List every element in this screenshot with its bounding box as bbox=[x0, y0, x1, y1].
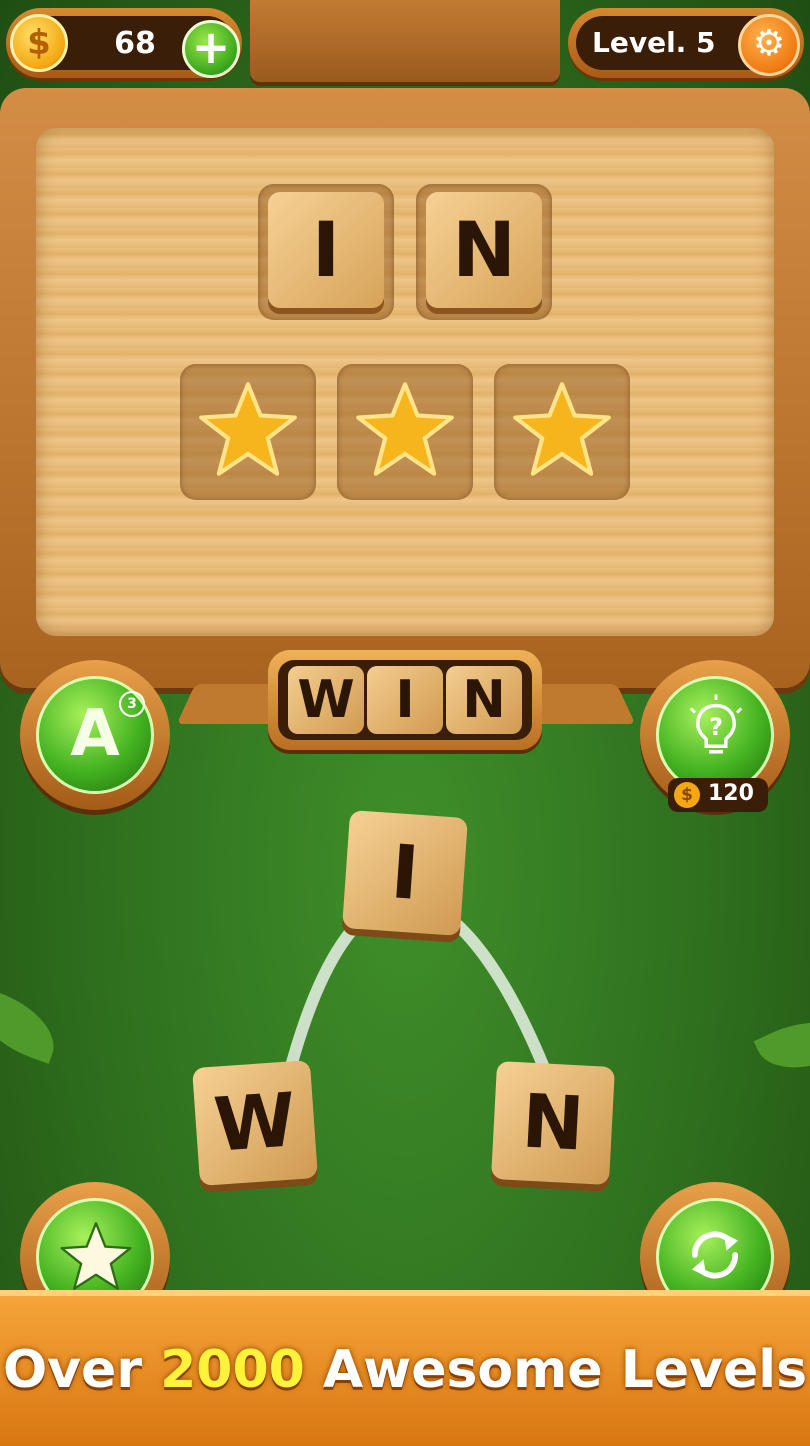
answer-slot-star bbox=[337, 364, 473, 500]
coin-count: 68 bbox=[114, 26, 156, 61]
letter-tile[interactable]: N bbox=[490, 1060, 616, 1186]
answer-slot-star bbox=[494, 364, 630, 500]
promo-text-part1: Over bbox=[2, 1340, 161, 1400]
current-word-tile: W bbox=[288, 666, 364, 734]
jungle-leaf bbox=[0, 986, 66, 1064]
letter-tile[interactable]: I bbox=[342, 810, 468, 936]
hint-cost: $ 120 bbox=[668, 778, 768, 812]
hint-button[interactable]: ? $ 120 bbox=[640, 660, 790, 812]
hint-cost-value: 120 bbox=[708, 781, 754, 806]
letter-hint-face[interactable]: A 3 bbox=[36, 676, 154, 794]
promo-text-highlight: 2000 bbox=[160, 1340, 305, 1400]
answer-slot: N bbox=[416, 184, 552, 320]
promo-text: Over 2000 Awesome Levels bbox=[0, 1340, 810, 1400]
level-panel: Level. 5 ⚙ bbox=[568, 8, 804, 78]
star-icon bbox=[356, 382, 454, 476]
top-wood-plank bbox=[250, 0, 560, 82]
jungle-leaf bbox=[753, 1003, 810, 1087]
star-icon bbox=[60, 1222, 132, 1290]
answer-slot-star bbox=[180, 364, 316, 500]
add-coins-button[interactable]: + bbox=[182, 20, 240, 78]
lightbulb-question-icon: ? bbox=[689, 694, 743, 754]
answer-tile: N bbox=[426, 192, 542, 308]
letter-tile[interactable]: W bbox=[192, 1060, 318, 1186]
answer-slot: I bbox=[258, 184, 394, 320]
promo-text-part2: Awesome Levels bbox=[304, 1340, 808, 1400]
gear-icon: ⚙ bbox=[752, 23, 786, 64]
letter-hint-button[interactable]: A 3 bbox=[20, 660, 170, 810]
svg-text:?: ? bbox=[709, 713, 723, 741]
coins-panel: $ 68 + bbox=[6, 8, 242, 78]
hint-face[interactable]: ? bbox=[656, 676, 774, 794]
star-icon bbox=[513, 382, 611, 476]
current-word-tile: I bbox=[367, 666, 443, 734]
coin-icon: $ bbox=[10, 14, 68, 72]
level-label: Level. 5 bbox=[592, 26, 716, 59]
coin-icon: $ bbox=[674, 782, 700, 808]
settings-button[interactable]: ⚙ bbox=[738, 14, 800, 76]
refresh-icon bbox=[691, 1231, 739, 1279]
star-icon bbox=[199, 382, 297, 476]
answer-tile: I bbox=[268, 192, 384, 308]
current-word-banner: W I N bbox=[268, 650, 542, 750]
current-word-tile: N bbox=[446, 666, 522, 734]
letter-hint-count: 3 bbox=[119, 691, 145, 717]
